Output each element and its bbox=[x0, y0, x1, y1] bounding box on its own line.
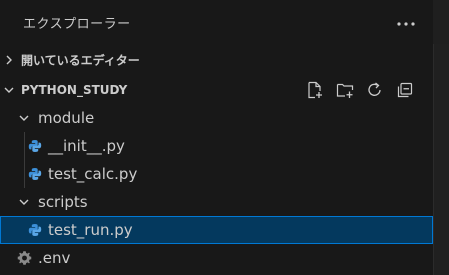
workspace-section-header[interactable]: PYTHON_STUDY bbox=[0, 76, 433, 104]
scrollbar-thumb[interactable] bbox=[433, 44, 449, 275]
new-folder-icon[interactable] bbox=[336, 81, 354, 99]
workspace-label: PYTHON_STUDY bbox=[21, 83, 128, 97]
new-file-icon[interactable] bbox=[306, 81, 324, 99]
folder-label: module bbox=[38, 109, 95, 127]
file-env[interactable]: .env bbox=[0, 244, 433, 272]
explorer-header: エクスプローラー bbox=[0, 0, 433, 44]
chevron-right-icon bbox=[6, 55, 12, 65]
python-file-icon bbox=[28, 168, 42, 180]
explorer-panel: エクスプローラー 開いているエディター PYTHON_STUDY module … bbox=[0, 0, 433, 275]
folder-scripts[interactable]: scripts bbox=[0, 188, 433, 216]
refresh-icon[interactable] bbox=[366, 81, 384, 99]
open-editors-section-header[interactable]: 開いているエディター bbox=[0, 46, 433, 74]
file-label: __init__.py bbox=[48, 137, 125, 155]
file-test-run-py[interactable]: test_run.py bbox=[0, 216, 433, 244]
chevron-down-icon bbox=[19, 115, 29, 121]
file-test-calc-py[interactable]: test_calc.py bbox=[0, 160, 433, 188]
file-init-py[interactable]: __init__.py bbox=[0, 132, 433, 160]
chevron-down-icon bbox=[19, 199, 29, 205]
explorer-title: エクスプローラー bbox=[23, 17, 131, 32]
file-label: test_run.py bbox=[48, 221, 133, 239]
python-file-icon bbox=[28, 224, 42, 236]
folder-label: scripts bbox=[38, 193, 88, 211]
open-editors-label: 開いているエディター bbox=[21, 53, 140, 68]
python-file-icon bbox=[28, 140, 42, 152]
file-label: .env bbox=[38, 249, 71, 267]
file-label: test_calc.py bbox=[48, 165, 138, 183]
gear-icon bbox=[17, 251, 32, 265]
folder-module[interactable]: module bbox=[0, 104, 433, 132]
collapse-all-icon[interactable] bbox=[396, 81, 414, 99]
ellipsis-icon[interactable] bbox=[396, 20, 416, 28]
chevron-down-icon bbox=[4, 87, 14, 93]
